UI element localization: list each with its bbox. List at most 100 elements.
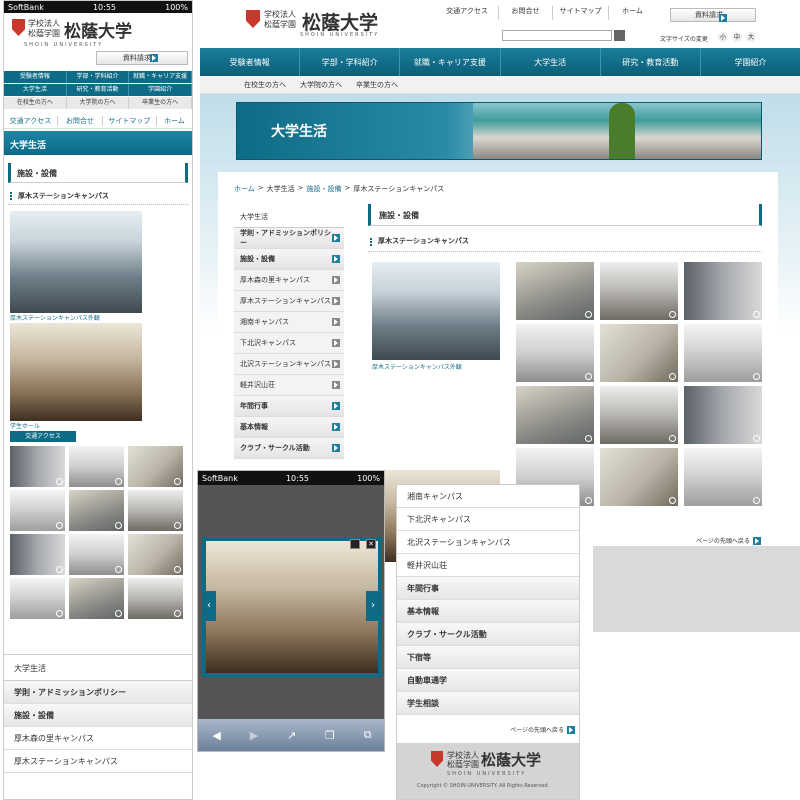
mobile-access-button[interactable]: 交通アクセス xyxy=(10,431,76,442)
mobile-logo[interactable]: 学校法人 松蔭学園 松蔭大学 SHOIN UNIVERSITY xyxy=(4,13,192,51)
mobile-menu-item[interactable]: 大学生活 xyxy=(4,84,67,96)
desktop-request-button[interactable]: 資料請求 xyxy=(670,8,756,22)
photo-thumbnail[interactable] xyxy=(600,262,678,320)
photo-thumbnail[interactable] xyxy=(516,324,594,382)
list-panel-item[interactable]: 軽井沢山荘 xyxy=(397,554,579,577)
list-panel-item[interactable]: 下北沢キャンパス xyxy=(397,508,579,531)
photo-thumbnail[interactable] xyxy=(600,386,678,444)
desktop-search-input[interactable] xyxy=(502,30,612,41)
nav-item-1[interactable]: 学部・学科紹介 xyxy=(300,48,401,76)
list-panel-item[interactable]: 自動車通学 xyxy=(397,669,579,692)
mobile-menu-item[interactable]: 研究・教育活動 xyxy=(67,84,130,96)
top-link-contact[interactable]: お問合せ xyxy=(498,6,552,20)
nav-item-3[interactable]: 大学生活 xyxy=(501,48,601,76)
top-link-home[interactable]: ホーム xyxy=(608,6,656,20)
main-photo-caption[interactable]: 厚木ステーションキャンパス外観 xyxy=(372,362,462,371)
mlink-access[interactable]: 交通アクセス xyxy=(4,116,57,126)
crumb-facilities[interactable]: 施設・設備 xyxy=(307,184,342,194)
photo-thumbnail[interactable] xyxy=(128,490,183,531)
list-to-top[interactable]: ページの先頭へ戻る xyxy=(510,725,575,734)
list-panel-item[interactable]: 湘南キャンパス xyxy=(397,485,579,508)
photo-thumbnail[interactable] xyxy=(600,448,678,506)
mobile-menu-item[interactable]: 卒業生の方へ xyxy=(129,97,192,109)
list-panel-item[interactable]: 基本情報 xyxy=(397,600,579,623)
mobile-caption2[interactable]: 学生ホール xyxy=(10,421,192,431)
mobile-menu-item[interactable]: 受験者情報 xyxy=(4,71,67,83)
mobile-menu-item[interactable]: 学園紹介 xyxy=(129,84,192,96)
photo-thumbnail[interactable] xyxy=(69,534,124,575)
mobile-menu-item[interactable]: 在校生の方へ xyxy=(4,97,67,109)
share-icon[interactable]: ↗ xyxy=(287,729,296,742)
tabs-icon[interactable]: ⧉ xyxy=(364,728,372,742)
mobile-photo-hall[interactable] xyxy=(10,323,142,421)
photo-thumbnail[interactable] xyxy=(684,386,762,444)
sidebar-item[interactable]: 学則・アドミッションポリシー xyxy=(234,228,344,249)
pause-icon[interactable] xyxy=(350,539,360,549)
photo-thumbnail[interactable] xyxy=(10,534,65,575)
crumb-home[interactable]: ホーム xyxy=(234,184,255,194)
main-photo-exterior[interactable] xyxy=(372,262,500,360)
subnav-current[interactable]: 在校生の方へ xyxy=(244,80,286,90)
photo-thumbnail[interactable] xyxy=(69,578,124,619)
subnav-alumni[interactable]: 卒業生の方へ xyxy=(356,80,398,90)
nav-item-2[interactable]: 就職・キャリア支援 xyxy=(400,48,501,76)
desktop-logo[interactable]: 学校法人 松蔭学園 松蔭大学 SHOIN UNIVERSITY xyxy=(246,8,386,40)
forward-icon[interactable]: ▶ xyxy=(250,729,258,742)
nav-item-5[interactable]: 学園紹介 xyxy=(701,48,800,76)
photo-thumbnail[interactable] xyxy=(684,448,762,506)
bottom-nav-item[interactable]: 施設・設備 xyxy=(4,704,192,727)
list-panel-item[interactable]: 下宿等 xyxy=(397,646,579,669)
bottom-nav-item[interactable]: 学則・アドミッションポリシー xyxy=(4,681,192,704)
bottom-nav-item[interactable]: 厚木ステーションキャンパス xyxy=(4,750,192,773)
mobile-caption1[interactable]: 厚木ステーションキャンパス外観 xyxy=(10,313,192,323)
font-size-large[interactable]: 大 xyxy=(746,32,756,42)
list-panel-item[interactable]: 学生相談 xyxy=(397,692,579,715)
close-icon[interactable]: ✕ xyxy=(366,539,376,549)
photo-thumbnail[interactable] xyxy=(516,262,594,320)
mobile-menu-item[interactable]: 大学院の方へ xyxy=(67,97,130,109)
photo-thumbnail[interactable] xyxy=(516,386,594,444)
photo-thumbnail[interactable] xyxy=(10,578,65,619)
mobile-request-button[interactable]: 資料請求 xyxy=(96,51,188,65)
crumb-life[interactable]: 大学生活 xyxy=(267,184,295,194)
mlink-sitemap[interactable]: サイトマップ xyxy=(101,115,156,126)
sidebar-item[interactable]: 厚木森の里キャンパス xyxy=(234,270,344,291)
photo-thumbnail[interactable] xyxy=(600,324,678,382)
sidebar-item[interactable]: 厚木ステーションキャンパス xyxy=(234,291,344,312)
mlink-contact[interactable]: お問合せ xyxy=(56,115,102,126)
photo-thumbnail[interactable] xyxy=(684,262,762,320)
mobile-photo-exterior[interactable] xyxy=(10,211,142,313)
photo-thumbnail[interactable] xyxy=(128,578,183,619)
sidebar-item[interactable]: 下北沢キャンパス xyxy=(234,333,344,354)
font-size-small[interactable]: 小 xyxy=(718,32,728,42)
mlink-home[interactable]: ホーム xyxy=(155,115,192,126)
nav-item-0[interactable]: 受験者情報 xyxy=(200,48,301,76)
sidebar-item[interactable]: 施設・設備 xyxy=(234,249,344,270)
list-panel-item[interactable]: 年間行事 xyxy=(397,577,579,600)
subnav-grad[interactable]: 大学院の方へ xyxy=(300,80,342,90)
mobile-menu-item[interactable]: 就職・キャリア支援 xyxy=(129,71,192,83)
list-panel-item[interactable]: クラブ・サークル活動 xyxy=(397,623,579,646)
back-icon[interactable]: ◀ xyxy=(212,729,220,742)
nav-item-4[interactable]: 研究・教育活動 xyxy=(601,48,701,76)
mobile-menu-item[interactable]: 学部・学科紹介 xyxy=(67,71,130,83)
search-icon[interactable] xyxy=(614,30,625,41)
photo-thumbnail[interactable] xyxy=(128,446,183,487)
desktop-to-top[interactable]: ページの先頭へ戻る xyxy=(696,536,761,545)
photo-thumbnail[interactable] xyxy=(69,446,124,487)
sidebar-item[interactable]: 軽井沢山荘 xyxy=(234,375,344,396)
photo-thumbnail[interactable] xyxy=(69,490,124,531)
sidebar-item[interactable]: 北沢ステーションキャンパス xyxy=(234,354,344,375)
photo-thumbnail[interactable] xyxy=(684,324,762,382)
photo-thumbnail[interactable] xyxy=(10,446,65,487)
sidebar-item[interactable]: 基本情報 xyxy=(234,417,344,438)
sidebar-item[interactable]: クラブ・サークル活動 xyxy=(234,438,344,459)
photo-thumbnail[interactable] xyxy=(10,490,65,531)
next-arrow-icon[interactable]: › xyxy=(366,591,380,621)
list-panel-item[interactable]: 北沢ステーションキャンパス xyxy=(397,531,579,554)
font-size-medium[interactable]: 中 xyxy=(732,32,742,42)
sidebar-item[interactable]: 年間行事 xyxy=(234,396,344,417)
photo-thumbnail[interactable] xyxy=(128,534,183,575)
top-link-access[interactable]: 交通アクセス xyxy=(436,6,498,20)
top-link-sitemap[interactable]: サイトマップ xyxy=(552,6,608,20)
